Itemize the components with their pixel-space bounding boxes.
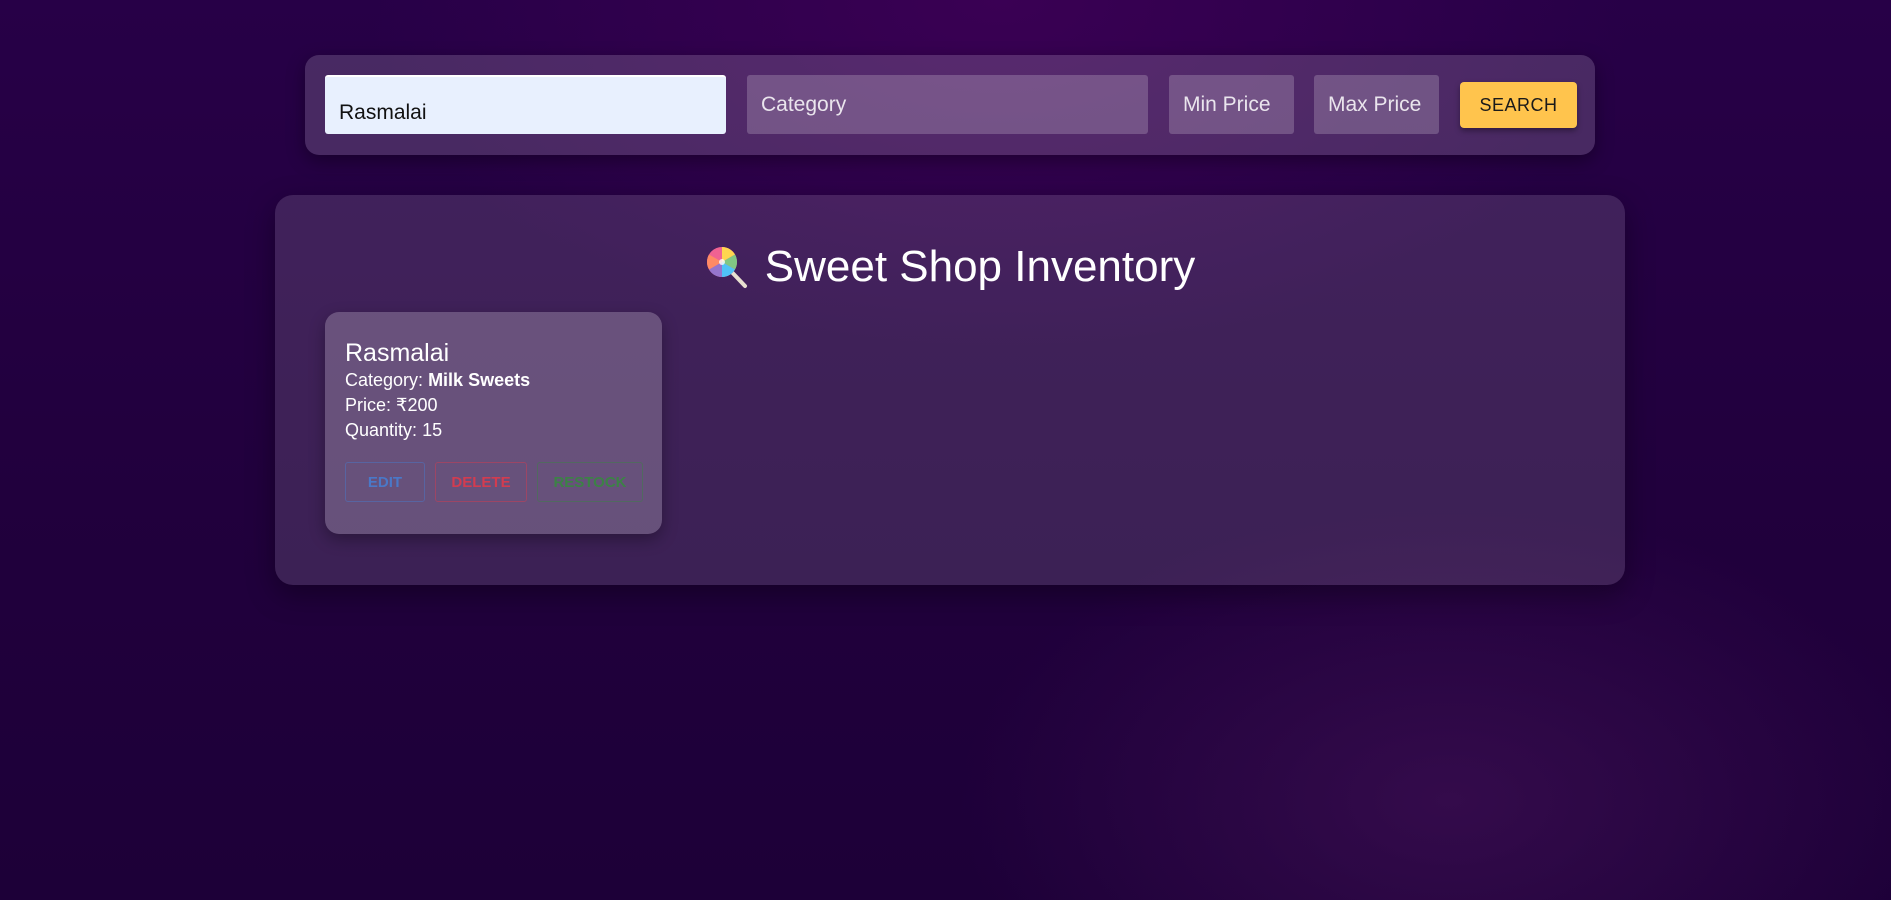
- inventory-panel: Sweet Shop Inventory Rasmalai Category: …: [275, 195, 1625, 585]
- sweet-category: Category: Milk Sweets: [345, 368, 642, 393]
- search-button[interactable]: SEARCH: [1460, 82, 1577, 128]
- lollipop-icon: [705, 245, 749, 289]
- quantity-label: Quantity:: [345, 420, 418, 440]
- edit-button[interactable]: EDIT: [345, 462, 425, 502]
- price-value: ₹200: [396, 395, 438, 415]
- restock-button[interactable]: RESTOCK: [537, 462, 643, 502]
- page-title: Sweet Shop Inventory: [275, 242, 1625, 292]
- name-search-input[interactable]: [325, 75, 726, 134]
- max-price-input[interactable]: [1314, 75, 1439, 134]
- sweet-quantity: Quantity: 15: [345, 418, 642, 443]
- category-value: Milk Sweets: [428, 370, 531, 390]
- delete-button[interactable]: DELETE: [435, 462, 527, 502]
- sweet-card: Rasmalai Category: Milk Sweets Price: ₹2…: [325, 312, 662, 534]
- sweet-name: Rasmalai: [345, 339, 450, 367]
- sweet-price: Price: ₹200: [345, 393, 642, 418]
- card-actions: EDIT DELETE RESTOCK: [345, 462, 643, 502]
- category-label: Category:: [345, 370, 424, 390]
- price-label: Price:: [345, 395, 392, 415]
- page-title-text: Sweet Shop Inventory: [764, 242, 1196, 291]
- quantity-value: 15: [422, 420, 443, 440]
- category-input[interactable]: [747, 75, 1148, 134]
- min-price-input[interactable]: [1169, 75, 1294, 134]
- search-bar: SEARCH: [305, 55, 1595, 155]
